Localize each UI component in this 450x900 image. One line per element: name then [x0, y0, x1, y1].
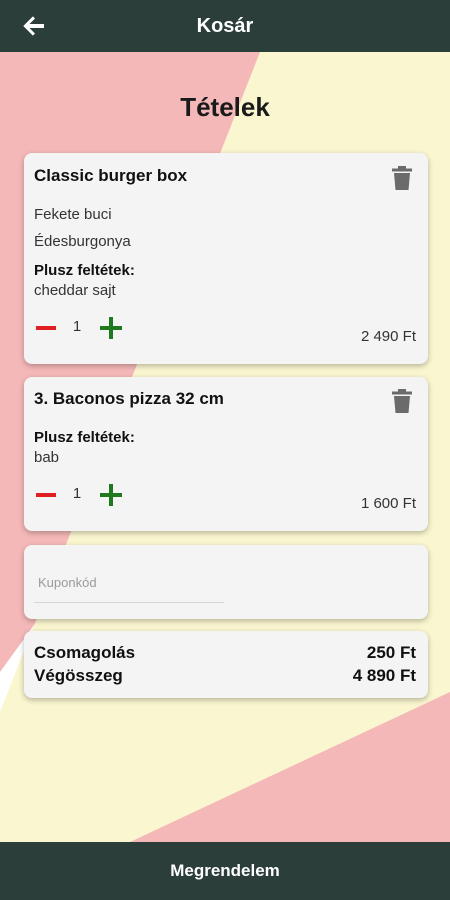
- item-name: 3. Baconos pizza 32 cm: [34, 389, 224, 408]
- cart-item-card: Classic burger box Fekete buci Édesburgo…: [24, 153, 428, 364]
- coupon-card: [24, 545, 428, 619]
- decrease-quantity-button[interactable]: [36, 318, 56, 338]
- packaging-label: Csomagolás: [34, 643, 136, 662]
- order-button-label: Megrendelem: [170, 861, 280, 880]
- item-option: Édesburgonya: [34, 233, 131, 250]
- cart-item-card: 3. Baconos pizza 32 cm Plusz feltétek: b…: [24, 377, 428, 531]
- quantity-value: 1: [72, 485, 82, 502]
- decrease-quantity-button[interactable]: [36, 485, 56, 505]
- packaging-value: 250 Ft: [366, 643, 416, 662]
- quantity-value: 1: [72, 318, 82, 335]
- top-app-bar: Kosár: [0, 0, 450, 52]
- page-title: Tételek: [180, 92, 270, 122]
- extras-label: Plusz feltétek:: [34, 429, 135, 446]
- total-value: 4 890 Ft: [352, 666, 416, 685]
- header-title: Kosár: [196, 15, 254, 37]
- coupon-input[interactable]: [34, 563, 224, 603]
- extras-value: bab: [34, 449, 60, 466]
- trash-icon: [392, 389, 412, 413]
- item-price: 2 490 Ft: [360, 328, 416, 345]
- order-button[interactable]: Megrendelem: [0, 842, 450, 900]
- item-name: Classic burger box: [34, 166, 188, 185]
- total-label: Végösszeg: [34, 666, 123, 685]
- order-summary-card: Csomagolás 250 Ft Végösszeg 4 890 Ft: [24, 631, 428, 698]
- extras-label: Plusz feltétek:: [34, 262, 135, 279]
- item-option: Fekete buci: [34, 206, 112, 223]
- extras-value: cheddar sajt: [34, 282, 116, 299]
- delete-item-button[interactable]: [392, 166, 412, 190]
- item-price: 1 600 Ft: [360, 495, 416, 512]
- trash-icon: [392, 166, 412, 190]
- increase-quantity-button[interactable]: [100, 317, 122, 339]
- delete-item-button[interactable]: [392, 389, 412, 413]
- increase-quantity-button[interactable]: [100, 484, 122, 506]
